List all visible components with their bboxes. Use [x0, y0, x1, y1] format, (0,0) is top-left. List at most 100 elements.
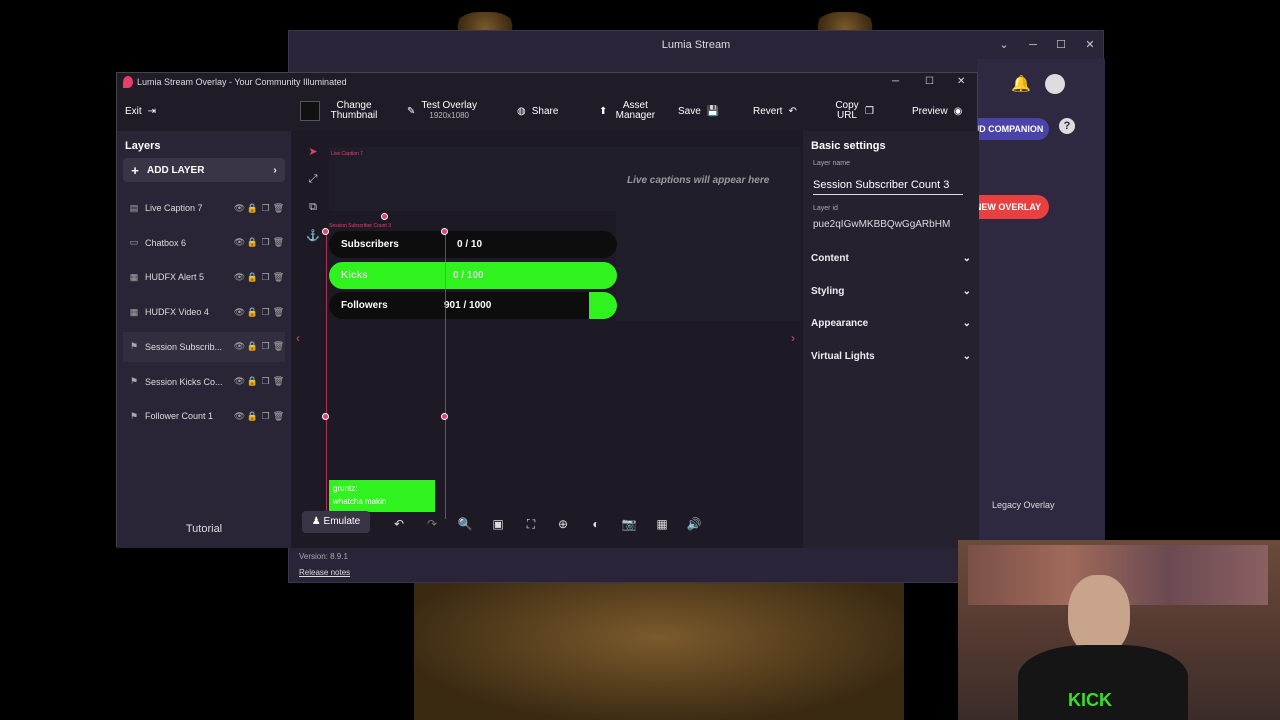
- duplicate-icon[interactable]: ❐: [259, 203, 272, 214]
- layer-id-label: Layer id: [813, 205, 838, 212]
- layer-item[interactable]: ▦ HUDFX Alert 5 👁 🔒 ❐ 🗑: [123, 262, 285, 292]
- avatar[interactable]: [1045, 74, 1065, 94]
- companion-button[interactable]: UD COMPANION: [967, 118, 1049, 140]
- add-layer-button[interactable]: + ADD LAYER ›: [123, 158, 285, 182]
- help-icon[interactable]: ?: [1059, 118, 1075, 134]
- maximize-icon[interactable]: ☐: [925, 73, 934, 91]
- camera-icon[interactable]: 📷: [616, 512, 642, 536]
- share-button[interactable]: ◍ Share: [517, 91, 558, 131]
- layer-item[interactable]: ▭ Chatbox 6 👁 🔒 ❐ 🗑: [123, 228, 285, 258]
- grid-icon[interactable]: ▦: [649, 512, 675, 536]
- chat-text: whatcha makin: [333, 497, 387, 506]
- resize-handle[interactable]: [322, 413, 329, 420]
- bell-icon[interactable]: 🔔: [1011, 74, 1031, 94]
- eye-icon[interactable]: 👁: [233, 411, 246, 422]
- eye-icon[interactable]: 👁: [233, 237, 246, 248]
- duplicate-icon[interactable]: ❐: [259, 411, 272, 422]
- select-tool-icon[interactable]: ➤: [305, 145, 321, 161]
- trash-icon[interactable]: 🗑: [272, 203, 285, 214]
- layer-name-input[interactable]: Session Subscriber Count 3: [813, 179, 963, 195]
- trash-icon[interactable]: 🗑: [272, 237, 285, 248]
- layer-item[interactable]: ⚑ Session Kicks Co... 👁 🔒 ❐ 🗑: [123, 367, 285, 397]
- zoom-out-icon[interactable]: 🔍: [452, 512, 478, 536]
- lock-icon[interactable]: 🔒: [246, 411, 259, 422]
- progress-bar-followers[interactable]: Followers 901 / 1000: [329, 292, 617, 319]
- anchor-tool-icon[interactable]: ⚓: [305, 229, 321, 245]
- layer-item[interactable]: ▤ Live Caption 7 👁 🔒 ❐ 🗑: [123, 193, 285, 223]
- rotate-handle[interactable]: [381, 213, 388, 220]
- eye-icon[interactable]: 👁: [233, 341, 246, 352]
- change-thumbnail-button[interactable]: Change Thumbnail: [300, 91, 382, 131]
- progress-bar-kicks[interactable]: Kicks 0 / 100: [329, 262, 617, 289]
- eye-icon[interactable]: 👁: [233, 307, 246, 318]
- fit-icon[interactable]: ▣: [485, 512, 511, 536]
- collapse-right-icon[interactable]: ›: [791, 331, 795, 345]
- eye-icon[interactable]: 👁: [233, 272, 246, 283]
- minimize-icon[interactable]: ─: [892, 73, 899, 91]
- zoom-in-icon[interactable]: ⊕: [550, 512, 576, 536]
- copy-url-button[interactable]: Copy URL ❐: [835, 91, 874, 131]
- undo-icon[interactable]: ↶: [386, 512, 412, 536]
- new-overlay-button[interactable]: NEW OVERLAY: [967, 195, 1049, 219]
- duplicate-icon[interactable]: ❐: [259, 272, 272, 283]
- lock-icon[interactable]: 🔒: [246, 272, 259, 283]
- maximize-icon[interactable]: ☐: [1047, 31, 1075, 59]
- save-button[interactable]: Save 💾: [678, 91, 719, 131]
- legacy-overlay-link[interactable]: Legacy Overlay: [992, 500, 1055, 510]
- collapse-left-icon[interactable]: ‹: [296, 331, 300, 345]
- section-content[interactable]: Content ⌄: [811, 253, 971, 264]
- lock-icon[interactable]: 🔒: [246, 376, 259, 387]
- trash-icon[interactable]: 🗑: [272, 307, 285, 318]
- asset-manager-button[interactable]: ⬆ Asset Manager: [599, 91, 657, 131]
- resize-tool-icon[interactable]: ⤢: [305, 173, 321, 189]
- eye-icon[interactable]: 👁: [233, 203, 246, 214]
- trash-icon[interactable]: 🗑: [272, 376, 285, 387]
- resize-handle[interactable]: [441, 413, 448, 420]
- layer-item[interactable]: ⚑ Session Subscrib... 👁 🔒 ❐ 🗑: [123, 331, 285, 362]
- section-label: Virtual Lights: [811, 351, 875, 363]
- duplicate-icon[interactable]: ❐: [259, 341, 272, 352]
- release-notes-link[interactable]: Release notes: [299, 568, 350, 577]
- trash-icon[interactable]: 🗑: [272, 341, 285, 352]
- lock-icon[interactable]: 🔒: [246, 237, 259, 248]
- preview-button[interactable]: Preview ◉: [912, 91, 962, 131]
- selected-layer-tag: Session Subscriber Count 3: [329, 223, 391, 229]
- layer-item[interactable]: ⚑ Follower Count 1 👁 🔒 ❐ 🗑: [123, 401, 285, 431]
- trash-icon[interactable]: 🗑: [272, 411, 285, 422]
- test-overlay-button[interactable]: ✎ Test Overlay 1920x1080: [407, 91, 477, 131]
- lock-icon[interactable]: 🔒: [246, 203, 259, 214]
- trash-icon[interactable]: 🗑: [272, 272, 285, 283]
- lock-icon[interactable]: 🔒: [246, 341, 259, 352]
- test-overlay-resolution: 1920x1080: [429, 111, 469, 120]
- redo-icon[interactable]: ↷: [419, 512, 445, 536]
- chevron-down-icon[interactable]: ⌄: [990, 31, 1018, 59]
- section-styling[interactable]: Styling ⌄: [811, 286, 971, 297]
- lock-icon[interactable]: 🔒: [246, 307, 259, 318]
- overlay-title-text: Lumia Stream Overlay - Your Community Il…: [137, 77, 347, 87]
- fullscreen-icon[interactable]: ⛶: [518, 512, 544, 536]
- revert-button[interactable]: Revert ↶: [753, 91, 797, 131]
- live-caption-layer[interactable]: Live Caption 7 Live captions will appear…: [329, 147, 801, 211]
- crop-tool-icon[interactable]: ⧉: [305, 201, 321, 217]
- duplicate-icon[interactable]: ❐: [259, 237, 272, 248]
- section-appearance[interactable]: Appearance ⌄: [811, 318, 971, 329]
- volume-icon[interactable]: 🔊: [681, 512, 707, 536]
- eye-icon[interactable]: 👁: [233, 376, 246, 387]
- exit-button[interactable]: Exit ⇥: [125, 91, 156, 131]
- exit-label: Exit: [125, 105, 142, 117]
- duplicate-icon[interactable]: ❐: [259, 307, 272, 318]
- layer-item[interactable]: ▦ HUDFX Video 4 👁 🔒 ❐ 🗑: [123, 297, 285, 327]
- chat-icon: ▭: [129, 237, 139, 248]
- close-icon[interactable]: ✕: [957, 73, 965, 91]
- emulate-button[interactable]: ♟ Emulate: [302, 511, 370, 533]
- tutorial-link[interactable]: Tutorial: [117, 523, 291, 535]
- contrast-icon[interactable]: ◐: [583, 512, 609, 536]
- close-icon[interactable]: ✕: [1076, 31, 1104, 59]
- resize-handle[interactable]: [441, 228, 448, 235]
- section-virtual-lights[interactable]: Virtual Lights ⌄: [811, 351, 971, 362]
- duplicate-icon[interactable]: ❐: [259, 376, 272, 387]
- resize-handle[interactable]: [322, 228, 329, 235]
- minimize-icon[interactable]: ─: [1019, 31, 1047, 59]
- progress-bar-subscribers[interactable]: Subscribers 0 / 10: [329, 231, 617, 258]
- overlay-canvas[interactable]: ➤ ⤢ ⧉ ⚓ ‹ › Live Caption 7 Live captions…: [291, 131, 803, 548]
